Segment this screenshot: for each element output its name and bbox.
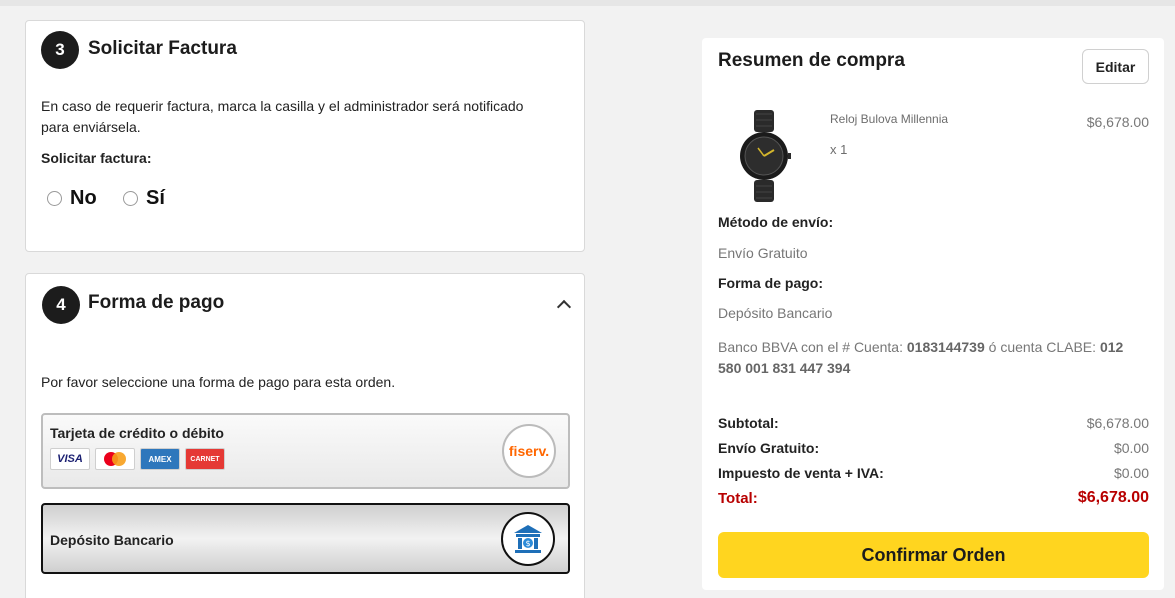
payment-instruction: Por favor seleccione una forma de pago p… [41, 374, 396, 390]
fiserv-text: fiserv. [508, 443, 550, 459]
bank-clabe-part2: 580 001 831 447 394 [718, 360, 851, 376]
invoice-card: 3 Solicitar Factura En caso de requerir … [25, 20, 585, 252]
chevron-up-icon[interactable] [556, 299, 572, 315]
bank-info-middle: ó cuenta CLABE: [984, 339, 1100, 355]
shipping-label: Método de envío: [718, 214, 834, 230]
product-price: $6,678.00 [1086, 114, 1149, 130]
product-qty: x 1 [830, 142, 848, 157]
total-value: $6,678.00 [1077, 489, 1149, 506]
amex-logo-icon: AMEX [140, 448, 180, 470]
watch-icon [740, 110, 791, 202]
invoice-option-no[interactable]: No [47, 187, 97, 210]
visa-logo-icon: VISA [50, 448, 90, 470]
product-image [736, 108, 792, 204]
payment-option-bank[interactable]: Depósito Bancario $ [41, 503, 570, 574]
payment-option-card[interactable]: Tarjeta de crédito o débito VISA AMEX CA… [41, 413, 570, 489]
payment-card: 4 Forma de pago Por favor seleccione una… [25, 273, 585, 598]
invoice-title: Solicitar Factura [88, 38, 237, 59]
mastercard-logo-icon [95, 448, 135, 470]
shipping-cost-value: $0.00 [1113, 440, 1149, 456]
confirm-order-button[interactable]: Confirmar Orden [718, 532, 1149, 578]
invoice-question: Solicitar factura: [41, 150, 152, 166]
order-summary: Resumen de compra Editar Reloj Bulova Mi… [702, 38, 1164, 590]
mastercard-circles-icon [104, 452, 126, 466]
card-option-title: Tarjeta de crédito o débito [50, 425, 224, 441]
radio-label-yes: Sí [146, 187, 165, 209]
bank-account-number: 0183144739 [906, 339, 985, 355]
shipping-value: Envío Gratuito [718, 245, 808, 261]
radio-no[interactable] [47, 191, 62, 206]
invoice-description-line2: para enviársela. [41, 119, 141, 135]
product-name: Reloj Bulova Millennia [830, 112, 949, 126]
invoice-option-yes[interactable]: Sí [123, 187, 165, 210]
top-bar [0, 0, 1175, 6]
shipping-cost-label: Envío Gratuito: [718, 440, 820, 456]
payment-method-value: Depósito Bancario [718, 305, 833, 321]
bank-building-icon: $ [514, 525, 542, 553]
bank-icon: $ [501, 512, 555, 566]
radio-label-no: No [70, 187, 97, 209]
bank-clabe-part1: 012 [1099, 339, 1124, 355]
radio-yes[interactable] [123, 191, 138, 206]
step-badge-3: 3 [41, 31, 79, 69]
tax-label: Impuesto de venta + IVA: [718, 465, 884, 481]
bank-option-title: Depósito Bancario [50, 532, 174, 548]
payment-method-label: Forma de pago: [718, 275, 824, 291]
bank-info: Banco BBVA con el # Cuenta: 0183144739 ó… [718, 337, 1158, 379]
fiserv-logo-icon: fiserv. [502, 424, 556, 478]
summary-title: Resumen de compra [718, 50, 905, 71]
edit-button[interactable]: Editar [1082, 49, 1149, 84]
amex-text: AMEX [148, 454, 172, 464]
subtotal-label: Subtotal: [718, 415, 779, 431]
invoice-description-line1: En caso de requerir factura, marca la ca… [41, 98, 524, 114]
subtotal-value: $6,678.00 [1086, 415, 1149, 431]
bank-info-prefix: Banco BBVA con el # Cuenta: [718, 339, 907, 355]
svg-text:$: $ [525, 539, 530, 548]
tax-value: $0.00 [1113, 465, 1149, 481]
carnet-logo-icon: CARNET [185, 448, 225, 470]
step-badge-4: 4 [42, 286, 80, 324]
payment-title: Forma de pago [88, 292, 225, 313]
carnet-text: CARNET [190, 455, 220, 463]
total-label: Total: [718, 490, 758, 507]
